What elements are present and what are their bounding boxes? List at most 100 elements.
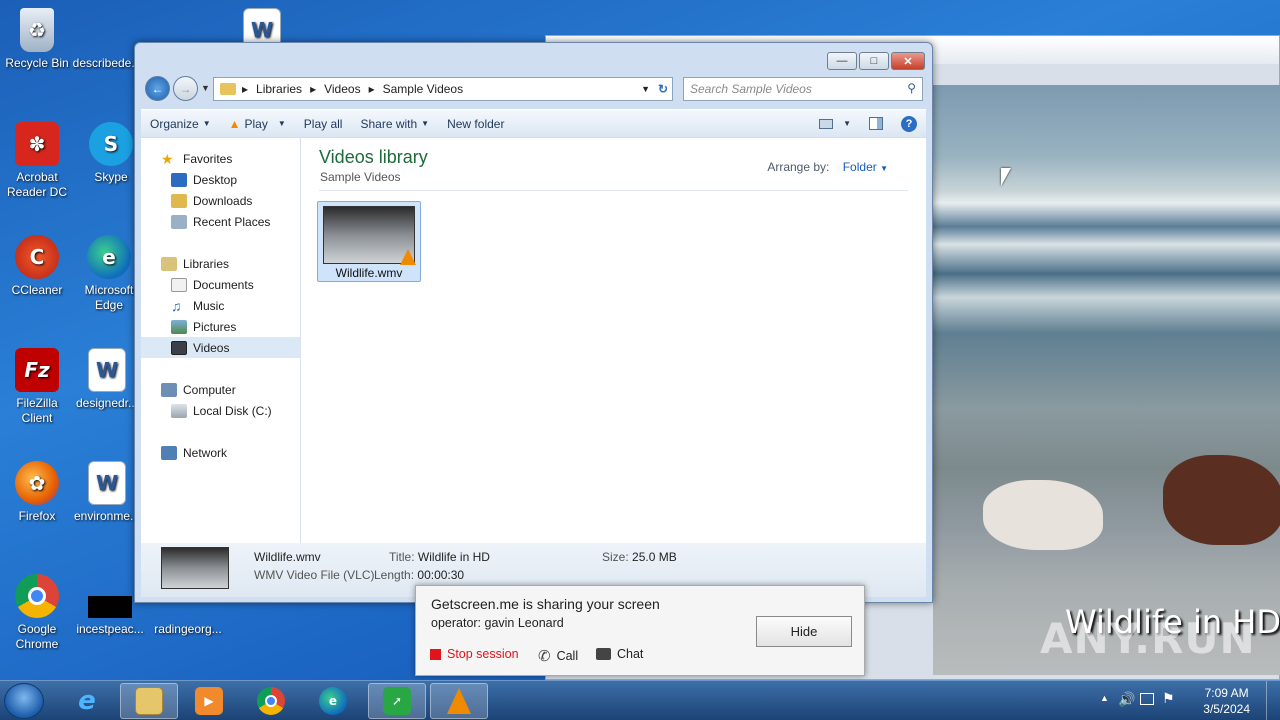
minimize-button[interactable]: — [827,52,857,70]
call-button[interactable]: ✆ Call [538,647,578,665]
desktop-icon-label: Microsoft Edge [84,283,134,312]
video-frame[interactable]: Wildlife in HD [933,85,1280,675]
share-with-label: Share with [360,116,418,131]
nav-label: Computer [183,382,236,397]
vlc-cone-icon [447,688,471,714]
getscreen-title: Getscreen.me is sharing your screen [431,596,660,612]
arrange-by-value: Folder [842,160,877,174]
desktop-icon-word-doc-2[interactable]: W designedr... [74,348,140,411]
header-divider [319,190,908,191]
preview-pane-button[interactable] [860,117,892,130]
getscreen-popup: Getscreen.me is sharing your screen oper… [415,585,865,676]
recycle-bin-icon: ♻ [20,8,54,52]
help-button[interactable]: ? [892,115,926,132]
nav-libraries[interactable]: Libraries [141,253,300,274]
taskbar-vlc[interactable] [430,683,488,719]
share-with-button[interactable]: Share with ▼ [351,117,438,131]
desktop-icon-chrome[interactable]: Google Chrome [0,574,74,652]
nav-desktop[interactable]: Desktop [141,169,300,190]
desktop-icon-firefox[interactable]: ✿ Firefox [0,461,74,524]
desktop-icon-label: FileZilla Client [16,396,58,425]
details-size-value: 25.0 MB [632,550,677,564]
desktop-icon-word-doc-1[interactable]: describede... [72,8,142,71]
breadcrumb-separator: ▸ [368,82,375,96]
close-button[interactable]: ✕ [891,52,925,70]
taskbar-explorer[interactable] [120,683,178,719]
nav-local-disk[interactable]: Local Disk (C:) [141,400,300,421]
clock[interactable]: 7:09 AM 3/5/2024 [1203,685,1250,717]
show-hidden-icons-icon[interactable]: ▲ [1100,693,1109,703]
chat-button[interactable]: Chat [596,647,643,661]
taskbar-chrome[interactable] [242,683,300,719]
back-button[interactable]: ← [145,76,170,101]
file-list-pane: Videos library Sample Videos Arrange by:… [301,138,926,543]
explorer-window[interactable]: — □ ✕ ← → ▼ ▸ Libraries ▸ Videos ▸ Sampl… [134,42,933,603]
desktop-icon-label: designedr... [75,396,139,410]
edge-icon: e [87,235,131,279]
play-button[interactable]: ▲ Play ▼ [220,117,295,131]
chrome-icon [15,574,59,618]
clock-date: 3/5/2024 [1203,702,1250,716]
taskbar-edge[interactable]: e [304,683,362,719]
taskbar-ie[interactable]: e [58,683,116,719]
nav-recent-places[interactable]: Recent Places [141,211,300,232]
clock-time: 7:09 AM [1204,686,1249,700]
desktop-icon-ccleaner[interactable]: C CCleaner [0,235,74,298]
skype-icon: S [89,122,133,166]
horse-white [983,480,1103,550]
nav-computer[interactable]: Computer [141,379,300,400]
horse-brown [1163,455,1280,545]
computer-icon [161,382,177,397]
desktop-icon-word-doc-3[interactable]: W environme... [74,461,140,524]
hide-button[interactable]: Hide [756,616,852,647]
nav-documents[interactable]: Documents [141,274,300,295]
organize-label: Organize [150,116,199,131]
action-center-flag-icon[interactable]: ⚑ [1162,690,1175,707]
refresh-icon[interactable]: ↻ [658,82,668,96]
nav-network[interactable]: Network [141,442,300,463]
folder-icon [220,83,236,95]
network-tray-icon[interactable] [1140,693,1154,705]
explorer-content: ★ Favorites Desktop Downloads Recent Plac… [141,137,926,544]
volume-icon[interactable]: 🔊 [1118,691,1135,708]
nav-music[interactable]: ♫ Music [141,295,300,316]
nav-label: Favorites [183,151,233,166]
file-item-wildlife[interactable]: Wildlife.wmv [317,201,421,282]
command-bar: Organize ▼ ▲ Play ▼ Play all Share with ▼ Ne… [141,109,926,137]
desktop-icon-label: incestpeac... [76,622,144,636]
nav-favorites[interactable]: ★ Favorites [141,148,300,169]
change-view-button[interactable]: ▼ [810,118,860,129]
address-dropdown-chevron-icon[interactable]: ▼ [641,84,650,94]
address-bar[interactable]: ▸ Libraries ▸ Videos ▸ Sample Videos ▼ ↻ [213,77,673,101]
recent-pages-chevron-icon[interactable]: ▼ [201,83,210,93]
taskbar-media-player[interactable]: ▶ [180,683,238,719]
address-row: ← → ▼ ▸ Libraries ▸ Videos ▸ Sample Vide… [143,75,925,103]
search-placeholder: Search Sample Videos [690,82,812,96]
taskbar-getscreen[interactable]: ➚ [368,683,426,719]
organize-button[interactable]: Organize ▼ [141,117,220,131]
maximize-button[interactable]: □ [859,52,889,70]
desktop-icon-filezilla[interactable]: Fz FileZilla Client [0,348,74,426]
forward-button[interactable]: → [173,76,198,101]
new-folder-button[interactable]: New folder [438,117,513,131]
breadcrumb-videos[interactable]: Videos [324,82,360,96]
anyrun-watermark: ANY.RUN [1040,614,1256,663]
details-title-value[interactable]: Wildlife in HD [418,550,490,564]
nav-pictures[interactable]: Pictures [141,316,300,337]
show-desktop-button[interactable] [1266,681,1280,720]
nav-videos[interactable]: Videos [141,337,300,358]
desktop-icon-label: describede... [72,56,142,70]
arrange-by-dropdown[interactable]: Folder ▼ [843,160,888,174]
details-size-label: Size: [602,550,629,564]
play-all-button[interactable]: Play all [295,117,352,131]
nav-downloads[interactable]: Downloads [141,190,300,211]
chevron-down-icon: ▼ [202,119,211,128]
breadcrumb-libraries[interactable]: Libraries [256,82,302,96]
breadcrumb-sample-videos[interactable]: Sample Videos [383,82,464,96]
start-button[interactable] [4,683,44,719]
desktop-icon-recycle-bin[interactable]: ♻ Recycle Bin [0,8,74,71]
stop-session-button[interactable]: Stop session [430,647,519,661]
desktop-icon-acrobat[interactable]: ✽ Acrobat Reader DC [0,122,74,200]
search-input[interactable]: Search Sample Videos ⚲ [683,77,923,101]
preview-pane-icon [869,117,883,130]
